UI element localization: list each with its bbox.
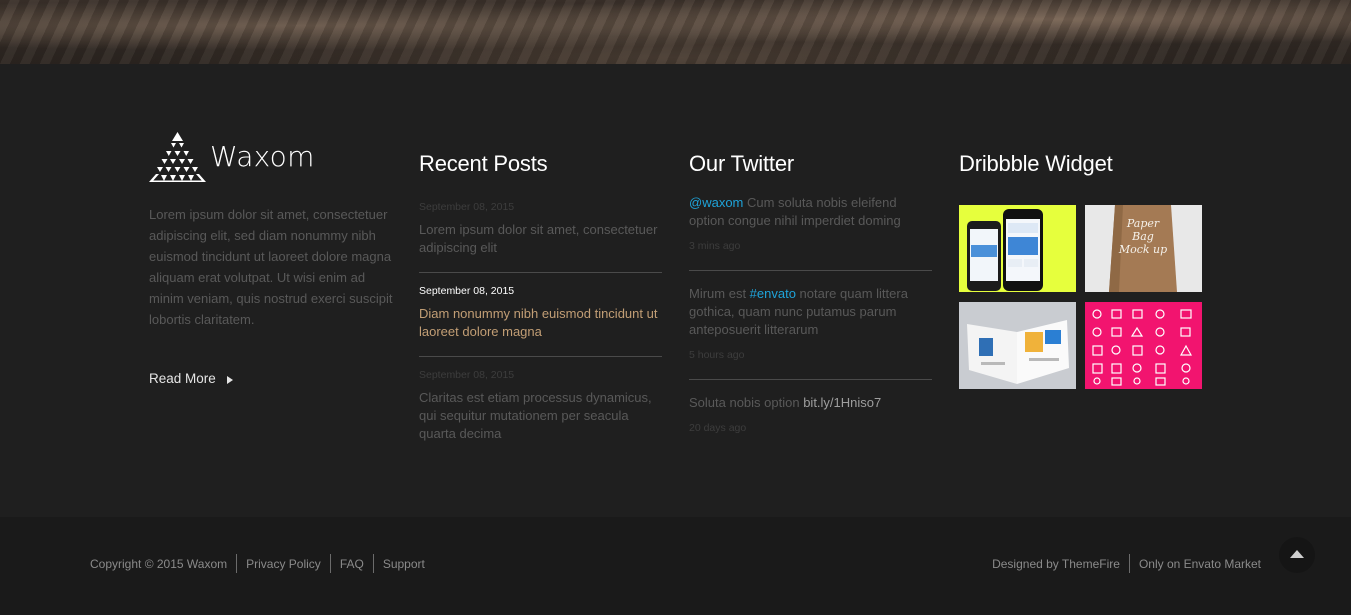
tweet-url-link[interactable]: bit.ly/1Hniso7 <box>803 395 881 410</box>
paper-bag-image: Paper Bag Mock up <box>1109 205 1177 292</box>
chevron-up-icon <box>1290 550 1304 558</box>
tweet-text: @waxom Cum soluta nobis eleifend option … <box>689 194 934 230</box>
support-link[interactable]: Support <box>383 557 425 571</box>
tweet-divider <box>689 270 932 271</box>
tweet-item: Mirum est #envato notare quam littera go… <box>689 285 934 364</box>
read-more-label: Read More <box>149 371 216 386</box>
link-separator <box>1128 554 1130 573</box>
hero-image-strip <box>0 0 1351 64</box>
icon-set-image <box>1092 309 1193 386</box>
dribbble-shot-magazine[interactable] <box>959 302 1076 389</box>
brand-name: Waxom <box>210 139 315 173</box>
scroll-to-top-button[interactable] <box>1279 537 1315 573</box>
post-date: September 08, 2015 <box>419 201 515 213</box>
tweet-time: 20 days ago <box>689 422 747 434</box>
copyright-text: Copyright © 2015 Waxom <box>90 556 228 571</box>
svg-text:Paper: Paper <box>1126 217 1160 230</box>
magazine-mockup-image <box>967 320 1069 384</box>
footer-bottom-bar: Copyright © 2015 Waxom Privacy Policy FA… <box>0 517 1351 615</box>
tweet-text: Mirum est #envato notare quam littera go… <box>689 285 934 339</box>
post-divider <box>419 356 662 357</box>
read-more-link[interactable]: Read More <box>149 371 233 386</box>
link-separator <box>236 554 238 573</box>
tweet-time: 5 hours ago <box>689 349 745 361</box>
tweet-body: Mirum est <box>689 286 750 301</box>
twitter-title: Our Twitter <box>689 151 794 176</box>
tweet-item: @waxom Cum soluta nobis eleifend option … <box>689 194 934 255</box>
post-divider <box>419 272 662 273</box>
dribbble-title: Dribbble Widget <box>959 151 1113 176</box>
tweet-body: Soluta nobis option <box>689 395 804 410</box>
dribbble-shot-icons[interactable] <box>1085 302 1202 389</box>
tweet-text: Soluta nobis option bit.ly/1Hniso7 <box>689 394 934 412</box>
recent-posts-title: Recent Posts <box>419 151 548 176</box>
dribbble-shot-paper-bag[interactable]: Paper Bag Mock up <box>1085 205 1202 292</box>
about-text: Lorem ipsum dolor sit amet, consectetuer… <box>149 207 393 327</box>
tweet-divider <box>689 379 932 380</box>
link-separator <box>372 554 374 573</box>
post-title-link[interactable]: Diam nonummy nibh euismod tincidunt ut l… <box>419 305 662 341</box>
footer-credits: Designed by ThemeFire Only on Envato Mar… <box>992 554 1261 573</box>
post-item: September 08, 2015 Claritas est etiam pr… <box>419 369 662 443</box>
post-date: September 08, 2015 <box>419 285 515 297</box>
post-date: September 08, 2015 <box>419 369 515 381</box>
designed-by-link[interactable]: Designed by ThemeFire <box>992 557 1120 571</box>
logo[interactable]: Waxom <box>149 132 315 182</box>
waxom-logo-icon <box>149 132 206 182</box>
tweet-time: 3 mins ago <box>689 240 741 252</box>
post-title-link[interactable]: Claritas est etiam processus dynamicus, … <box>419 389 662 443</box>
envato-market-link[interactable]: Only on Envato Market <box>1139 557 1261 571</box>
tweet-hashtag-link[interactable]: #envato <box>750 286 796 301</box>
post-item: September 08, 2015 Lorem ipsum dolor sit… <box>419 201 662 257</box>
tweet-handle-link[interactable]: @waxom <box>689 195 743 210</box>
post-title-link[interactable]: Lorem ipsum dolor sit amet, consectetuer… <box>419 221 662 257</box>
footer-legal-links: Copyright © 2015 Waxom Privacy Policy FA… <box>90 554 425 573</box>
phone-mockup-image <box>967 209 1043 291</box>
tweet-item: Soluta nobis option bit.ly/1Hniso7 20 da… <box>689 394 934 437</box>
privacy-policy-link[interactable]: Privacy Policy <box>246 557 321 571</box>
svg-text:Mock up: Mock up <box>1118 243 1167 256</box>
link-separator <box>329 554 331 573</box>
dribbble-shot-phones[interactable] <box>959 205 1076 292</box>
play-arrow-icon <box>226 375 233 384</box>
post-item: September 08, 2015 Diam nonummy nibh eui… <box>419 285 662 341</box>
svg-text:Bag: Bag <box>1131 230 1154 243</box>
footer-main: Waxom Lorem ipsum dolor sit amet, consec… <box>0 64 1351 517</box>
faq-link[interactable]: FAQ <box>340 557 364 571</box>
